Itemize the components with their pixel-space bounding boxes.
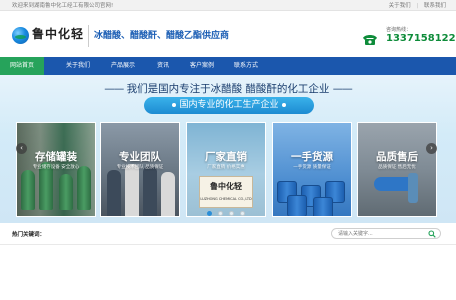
card-title: 一手货源 bbox=[291, 151, 333, 163]
banner-headline: —— 我们是国内专注于冰醋酸 醋酸酐的化工企业 —— bbox=[0, 81, 456, 96]
top-link-separator: | bbox=[416, 3, 419, 9]
headline-dash-left: —— bbox=[104, 83, 124, 95]
site-header: 鲁中化轻 冰醋酸、醋酸酐、醋酸乙酯供应商 咨询热线： 13371581222 bbox=[0, 11, 456, 56]
phone-number[interactable]: 13371581222 bbox=[386, 33, 456, 44]
carousel-dot[interactable] bbox=[207, 211, 212, 216]
header-divider bbox=[88, 25, 89, 47]
hero-banner: —— 我们是国内专注于冰醋酸 醋酸酐的化工企业 —— 国内专业的化工生产企业 存… bbox=[0, 75, 456, 223]
card-title: 专业团队 bbox=[119, 151, 161, 163]
sample-bottle-graphic bbox=[408, 173, 418, 203]
logo-text[interactable]: 鲁中化轻 bbox=[32, 25, 84, 42]
headline-text: 我们是国内专注于冰醋酸 醋酸酐的化工企业 bbox=[126, 83, 330, 95]
hot-keywords-label: 热门关键词： bbox=[12, 232, 46, 238]
search-icon[interactable] bbox=[428, 230, 436, 238]
search-input[interactable] bbox=[338, 230, 424, 238]
top-link-contact[interactable]: 联系我们 bbox=[424, 3, 446, 9]
card-title: 厂家直销 bbox=[205, 151, 247, 163]
person-graphic bbox=[161, 172, 175, 216]
carousel-next-icon[interactable]: › bbox=[426, 143, 437, 154]
nav-item-about[interactable]: 关于我们 bbox=[56, 57, 100, 75]
card-subtitle: 专业储存设备 安全放心 bbox=[32, 165, 80, 170]
carousel-dot[interactable] bbox=[229, 211, 234, 216]
hot-keywords-bar: 热门关键词： bbox=[0, 223, 456, 245]
top-link-about[interactable]: 关于我们 bbox=[389, 3, 411, 9]
person-graphic bbox=[143, 166, 157, 216]
nav-item-products[interactable]: 产品展示 bbox=[101, 57, 145, 75]
nav-item-contact[interactable]: 联系方式 bbox=[224, 57, 268, 75]
card-title: 品质售后 bbox=[376, 151, 418, 163]
tank-graphic bbox=[77, 166, 91, 210]
pill-dot-left-icon bbox=[172, 102, 177, 107]
welcome-text: 欢迎来到湖南鲁中化工经工有限公司官网! bbox=[12, 3, 114, 9]
content-area bbox=[0, 246, 456, 300]
pill-dot-right-icon bbox=[281, 102, 286, 107]
top-bar: 欢迎来到湖南鲁中化工经工有限公司官网! 关于我们 | 联系我们 bbox=[0, 0, 456, 11]
tank-graphic bbox=[21, 170, 35, 210]
carousel-dot[interactable] bbox=[240, 211, 245, 216]
tank-graphic bbox=[59, 174, 73, 210]
top-links: 关于我们 | 联系我们 bbox=[385, 1, 446, 9]
banner-card-team[interactable]: 专业团队 专业技术团队 品质保证 bbox=[100, 122, 180, 217]
nav-item-news[interactable]: 资讯 bbox=[146, 57, 180, 75]
main-nav: 网站首页 关于我们 产品展示 资讯 客户案例 联系方式 bbox=[0, 57, 456, 75]
company-sign: 鲁中化轻 LUZHONG CHEMICAL CO.,LTD bbox=[199, 176, 253, 208]
carousel-dots bbox=[207, 211, 249, 217]
person-graphic bbox=[125, 164, 139, 216]
banner-card-storage[interactable]: 存储罐装 专业储存设备 安全放心 bbox=[16, 122, 96, 217]
pill-text: 国内专业的化工生产企业 bbox=[179, 100, 279, 110]
drum-graphic bbox=[287, 195, 307, 216]
header-slogan: 冰醋酸、醋酸酐、醋酸乙酯供应商 bbox=[94, 31, 230, 41]
search-box bbox=[331, 228, 441, 239]
card-subtitle: 一手货源 质量保证 bbox=[293, 165, 331, 170]
headline-dash-right: —— bbox=[332, 83, 353, 95]
card-subtitle: 品质保证 售后无忧 bbox=[378, 165, 416, 170]
sign-subtext: LUZHONG CHEMICAL CO.,LTD bbox=[200, 197, 252, 201]
card-title: 存储罐装 bbox=[35, 151, 77, 163]
person-graphic bbox=[107, 170, 121, 216]
nav-item-cases[interactable]: 客户案例 bbox=[180, 57, 224, 75]
banner-card-source[interactable]: 一手货源 一手货源 质量保证 bbox=[272, 122, 352, 217]
logo-globe-icon[interactable] bbox=[12, 27, 29, 44]
phone-label: 咨询热线： bbox=[386, 27, 412, 33]
phone-icon bbox=[363, 35, 377, 45]
card-subtitle: 厂家直销 价格实惠 bbox=[207, 165, 245, 170]
nav-item-home[interactable]: 网站首页 bbox=[0, 57, 44, 75]
sign-text: 鲁中化轻 bbox=[210, 181, 242, 191]
card-subtitle: 专业技术团队 品质保证 bbox=[116, 165, 164, 170]
banner-card-direct[interactable]: 厂家直销 厂家直销 价格实惠 鲁中化轻 LUZHONG CHEMICAL CO.… bbox=[186, 122, 266, 217]
carousel-prev-icon[interactable]: ‹ bbox=[16, 143, 27, 154]
banner-card-quality[interactable]: 品质售后 品质保证 售后无忧 bbox=[357, 122, 437, 217]
drum-graphic bbox=[313, 197, 333, 216]
banner-pill: 国内专业的化工生产企业 bbox=[144, 97, 314, 114]
carousel-dot[interactable] bbox=[218, 211, 223, 216]
